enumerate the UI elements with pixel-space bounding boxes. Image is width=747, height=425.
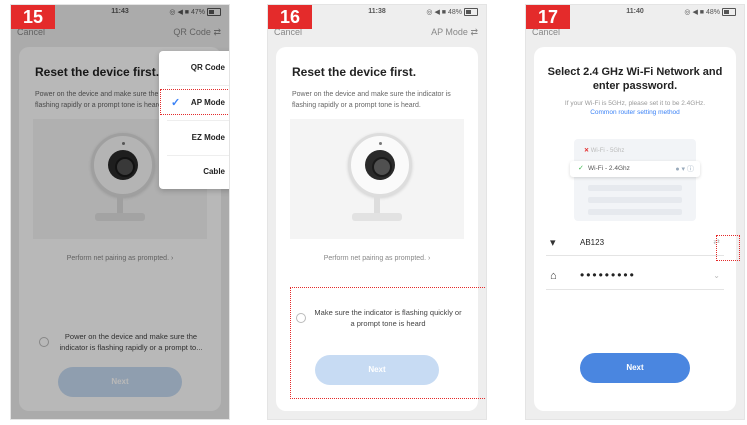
phone-screen-step-15: 15 ▾ 11:43 ◎ ◀ ■ 47% Cancel QR Code ⇄ Re… — [10, 4, 230, 420]
wifi-ssid-field[interactable]: ▾ AB123 ⇄ — [546, 233, 724, 256]
pairing-help-link[interactable]: Perform net pairing as prompted. › — [276, 255, 478, 262]
page-title: Select 2.4 GHz Wi-Fi Network and enter p… — [547, 66, 723, 92]
battery-icon — [722, 8, 736, 17]
battery-icon — [464, 8, 478, 17]
mode-label: AP Mode — [431, 27, 468, 37]
step-badge: 17 — [526, 5, 571, 29]
menu-item-cable[interactable]: Cable — [159, 155, 229, 189]
status-indicators: ◎ ◀ ■ 48% — [684, 8, 736, 17]
wifi-icon: ▾ — [550, 237, 556, 249]
password-input[interactable]: ••••••••• — [580, 268, 636, 282]
phone-screen-step-17: 17 ▾ 11:40 ◎ ◀ ■ 48% Cancel Select 2.4 G… — [525, 4, 745, 420]
ssid-input[interactable]: AB123 — [580, 238, 604, 247]
highlight-box — [160, 89, 229, 115]
wifi-illustration: ✕ Wi-Fi - 5Ghz ✓ Wi-Fi - 2.4Ghz ● ▾ ⓘ — [570, 139, 700, 221]
nav-bar: Cancel — [526, 27, 744, 43]
mode-switch-button[interactable]: AP Mode ⇄ — [431, 27, 478, 38]
lock-icon: ⌂ — [550, 270, 557, 282]
step-badge: 16 — [268, 5, 313, 29]
battery-percent: ◎ ◀ ■ 48% — [426, 9, 462, 16]
camera-body-icon — [348, 133, 412, 197]
next-button[interactable]: Next — [580, 353, 690, 383]
wifi-24-label: Wi-Fi - 2.4Ghz — [588, 165, 630, 172]
highlight-box — [290, 287, 486, 399]
camera-illustration — [290, 119, 464, 239]
wifi-24-entry: ✓ Wi-Fi - 2.4Ghz ● ▾ ⓘ — [570, 161, 700, 177]
battery-percent: ◎ ◀ ■ 48% — [684, 9, 720, 16]
wifi-note-text: If your Wi-Fi is 5GHz, please set it to … — [564, 100, 706, 107]
page-description: Power on the device and make sure the in… — [292, 91, 451, 109]
wifi-5g-entry: ✕ Wi-Fi - 5Ghz — [584, 147, 624, 154]
wifi-note: If your Wi-Fi is 5GHz, please set it to … — [540, 99, 730, 117]
show-password-icon[interactable]: ⌄ — [713, 271, 720, 280]
menu-item-ez-mode[interactable]: EZ Mode — [159, 121, 229, 155]
wifi-5g-label: Wi-Fi - 5Ghz — [590, 148, 625, 154]
step-badge: 15 — [11, 5, 56, 29]
checkmark-icon: ✓ — [578, 165, 584, 172]
page-title: Reset the device first. — [292, 65, 417, 79]
content-card: Select 2.4 GHz Wi-Fi Network and enter p… — [534, 47, 736, 411]
nav-bar: Cancel AP Mode ⇄ — [268, 27, 486, 43]
phone-screen-step-16: 16 ▾ 11:38 ◎ ◀ ■ 48% Cancel AP Mode ⇄ Re… — [267, 4, 487, 420]
status-indicators: ◎ ◀ ■ 48% — [426, 8, 478, 17]
password-field[interactable]: ⌂ ••••••••• ⌄ — [546, 267, 724, 290]
mode-dropdown-menu: QR Code ✓ AP Mode EZ Mode Cable — [159, 51, 229, 189]
cross-icon: ✕ — [584, 148, 590, 154]
lock-wifi-info-icon: ● ▾ ⓘ — [675, 166, 694, 173]
highlight-box — [716, 235, 740, 261]
switch-icon: ⇄ — [470, 27, 478, 37]
router-setting-link[interactable]: Common router setting method — [540, 108, 730, 117]
menu-item-qr-code[interactable]: QR Code — [159, 51, 229, 85]
